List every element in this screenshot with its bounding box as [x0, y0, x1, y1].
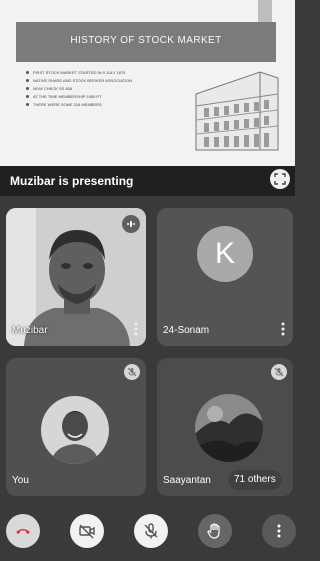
fullscreen-icon — [274, 173, 286, 185]
participant-name: Saayantan — [163, 475, 211, 486]
raise-hand-button[interactable] — [198, 514, 232, 548]
speaking-indicator — [122, 215, 140, 233]
others-count[interactable]: 71 others — [228, 470, 282, 490]
participant-name: 24-Sonam — [163, 325, 210, 336]
profile-photo — [41, 396, 109, 464]
more-vert-icon — [277, 524, 281, 538]
call-end-icon — [16, 529, 30, 534]
mic-off-icon — [274, 367, 284, 377]
participant-tile-sonam[interactable]: K 24-Sonam — [157, 208, 293, 346]
profile-photo — [195, 394, 263, 462]
slide-bullet: First stock market started in 9 JULY 187… — [26, 70, 186, 75]
slide-bullet: NOW CHECK ss 836 — [26, 86, 186, 91]
presenting-banner: Muzibar is presenting — [0, 166, 295, 196]
slide-title: HISTORY OF STOCK MARKET — [70, 35, 222, 46]
end-call-button[interactable] — [6, 514, 40, 548]
avatar — [195, 394, 263, 462]
participant-tile-you[interactable]: You — [6, 358, 146, 496]
mic-off-icon — [144, 523, 158, 539]
videocam-off-icon — [79, 524, 95, 539]
fullscreen-button[interactable] — [270, 169, 290, 189]
participant-name: Muzibar — [12, 325, 48, 336]
muted-indicator — [124, 364, 140, 380]
more-vert-icon[interactable] — [134, 322, 138, 336]
slide-title-bar: HISTORY OF STOCK MARKET — [16, 22, 276, 62]
more-vert-icon[interactable] — [281, 322, 285, 336]
slide-bullets: First stock market started in 9 JULY 187… — [26, 70, 186, 110]
raise-hand-icon — [207, 523, 220, 539]
audio-speaking-icon — [127, 221, 135, 227]
slide-bullet: THERE WERE SOME 318 MEMBERS — [26, 102, 186, 107]
camera-toggle-button[interactable] — [70, 514, 104, 548]
mic-toggle-button[interactable] — [134, 514, 168, 548]
participant-tile-muzibar[interactable]: Muzibar — [6, 208, 146, 346]
avatar: K — [197, 226, 253, 282]
shared-presentation: HISTORY OF STOCK MARKET First stock mark… — [0, 0, 295, 166]
slide-bullet: AT THE TIME MEMBERSHIP 1955 PT — [26, 94, 186, 99]
presenting-label: Muzibar is presenting — [10, 174, 134, 188]
more-options-button[interactable] — [262, 514, 296, 548]
participant-name: You — [12, 475, 29, 486]
mic-off-icon — [127, 367, 137, 377]
muted-indicator — [271, 364, 287, 380]
avatar — [41, 396, 109, 464]
stock-exchange-building-illustration — [195, 71, 279, 151]
slide-bullet: NATIVE SHARE AND STOCK BROKER ASSOCIATIO… — [26, 78, 186, 83]
